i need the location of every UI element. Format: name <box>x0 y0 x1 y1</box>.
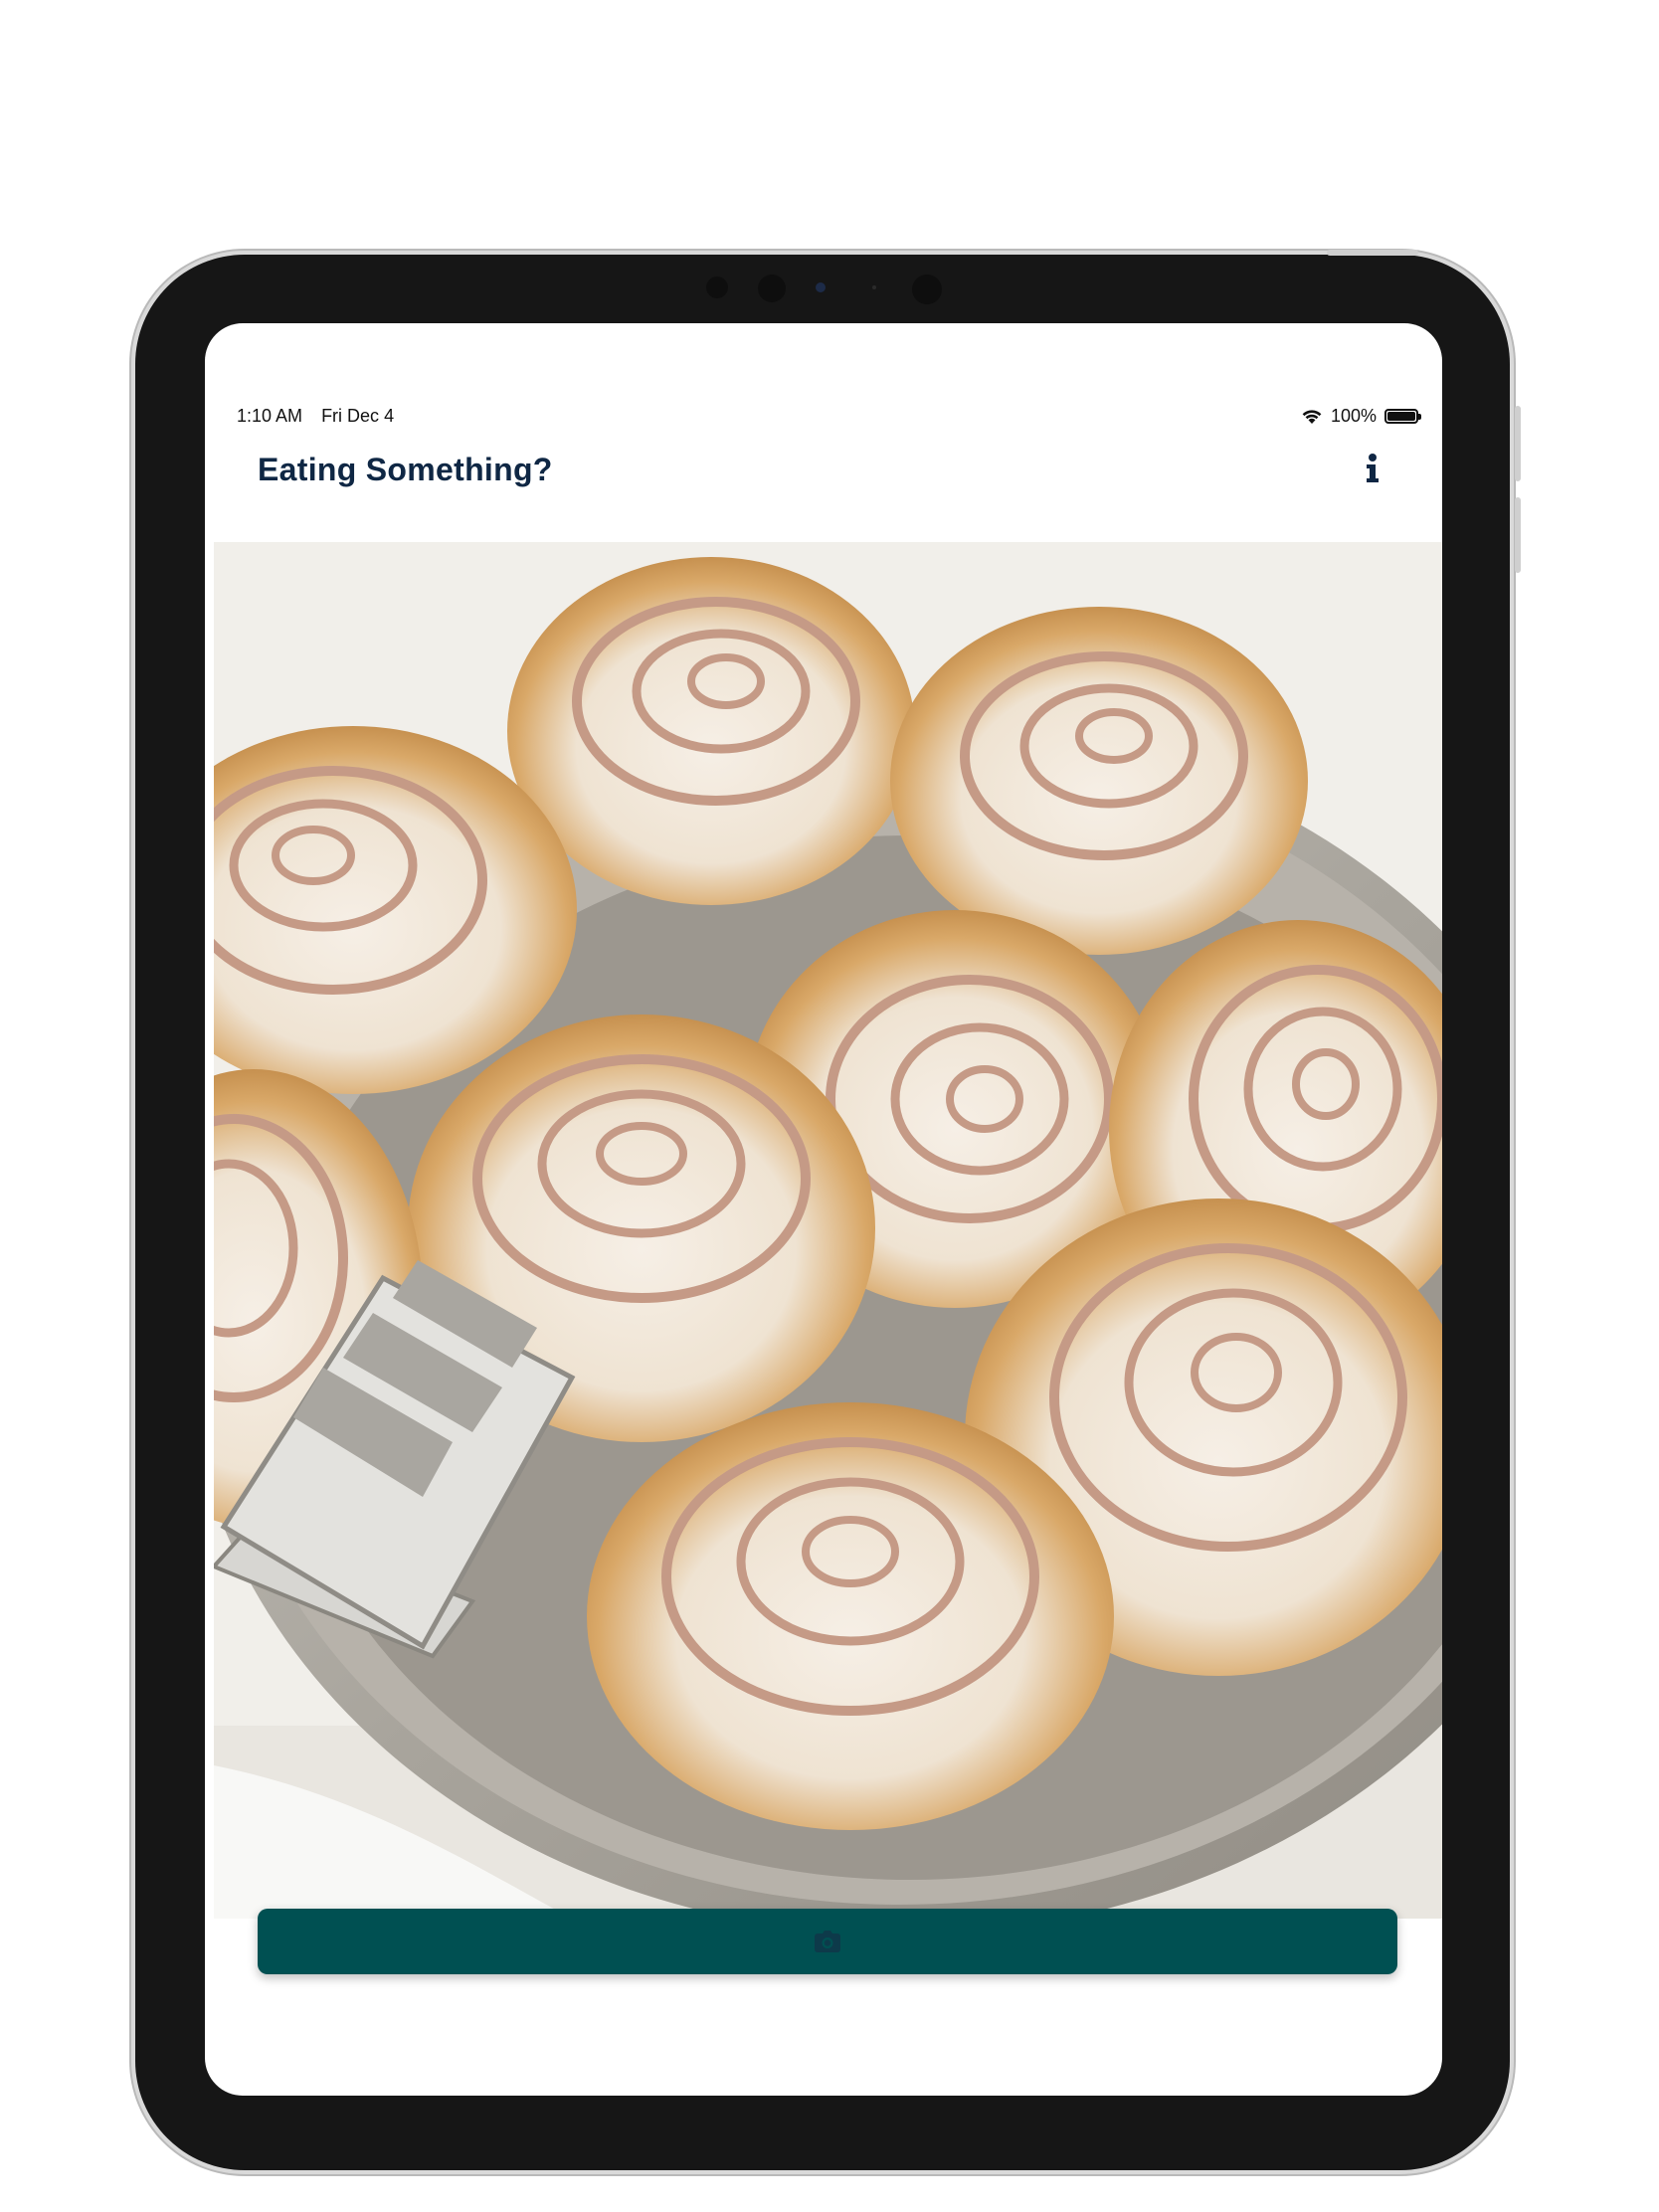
sensor-dot <box>706 276 728 298</box>
status-bar: 1:10 AM Fri Dec 4 100% <box>205 406 1442 432</box>
camera-housing <box>0 275 1659 304</box>
volume-up-button <box>1515 406 1521 481</box>
volume-down-button <box>1515 497 1521 573</box>
sensor-dot <box>872 285 876 289</box>
power-button <box>1327 250 1418 256</box>
sensor-dot <box>758 275 786 302</box>
app-screen: 1:10 AM Fri Dec 4 100% Eating Something? <box>205 323 1442 2096</box>
status-date: Fri Dec 4 <box>321 406 395 426</box>
battery-icon <box>1384 409 1421 424</box>
wifi-icon <box>1302 409 1322 424</box>
page-title: Eating Something? <box>258 452 553 487</box>
battery-level <box>1387 412 1415 421</box>
info-button[interactable] <box>1361 452 1384 485</box>
info-icon <box>1367 454 1379 482</box>
roll <box>890 607 1308 955</box>
food-photo <box>214 542 1442 1919</box>
roll <box>587 1402 1114 1830</box>
status-time: 1:10 AM <box>237 406 303 426</box>
camera-button[interactable] <box>258 1909 1397 1974</box>
cinnamon-rolls-photo <box>214 542 1442 1919</box>
navigation-bar: Eating Something? <box>205 438 1442 497</box>
sensor-dot <box>912 275 942 304</box>
roll <box>507 557 915 905</box>
battery-percentage: 100% <box>1330 406 1377 426</box>
front-camera-lens <box>816 282 826 292</box>
camera-icon <box>815 1931 840 1952</box>
